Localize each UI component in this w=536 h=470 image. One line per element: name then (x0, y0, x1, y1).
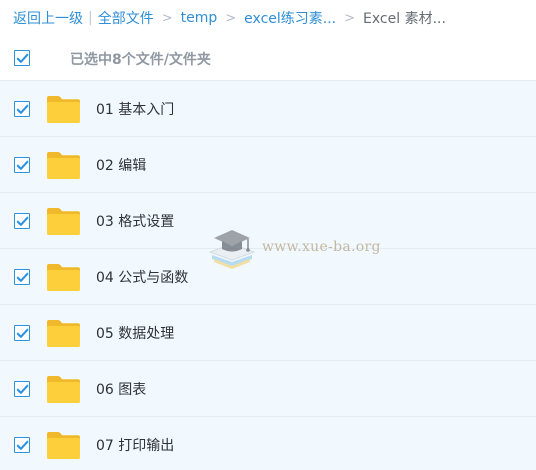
checkmark-icon (16, 104, 28, 114)
checkmark-icon (16, 440, 28, 450)
back-link[interactable]: 返回上一级 (13, 8, 83, 28)
folder-icon (47, 95, 80, 123)
breadcrumb-current: Excel 素材... (363, 11, 446, 27)
breadcrumb-separator-icon: > (225, 10, 237, 26)
folder-icon (47, 263, 80, 291)
file-checkbox[interactable] (14, 437, 30, 453)
file-name[interactable]: 03 格式设置 (96, 211, 174, 231)
file-name[interactable]: 01 基本入门 (96, 99, 174, 119)
file-row[interactable]: 01 基本入门 (0, 80, 536, 136)
file-name[interactable]: 06 图表 (96, 379, 146, 399)
file-checkbox[interactable] (14, 325, 30, 341)
checkmark-icon (16, 160, 28, 170)
file-checkbox[interactable] (14, 381, 30, 397)
selection-summary: 已选中8个文件/文件夹 (70, 52, 211, 68)
file-name[interactable]: 02 编辑 (96, 155, 146, 175)
file-checkbox[interactable] (14, 269, 30, 285)
file-row[interactable]: 02 编辑 (0, 136, 536, 192)
checkmark-icon (16, 53, 28, 63)
breadcrumb-item-excel-practice[interactable]: excel练习素... (244, 8, 336, 28)
file-row[interactable]: 04 公式与函数 (0, 248, 536, 304)
breadcrumb: 返回上一级 | 全部文件 > temp > excel练习素... > Exce… (0, 0, 536, 36)
folder-icon (47, 207, 80, 235)
file-browser: 返回上一级 | 全部文件 > temp > excel练习素... > Exce… (0, 0, 536, 470)
file-name[interactable]: 04 公式与函数 (96, 267, 188, 287)
file-name[interactable]: 07 打印输出 (96, 435, 174, 455)
checkmark-icon (16, 216, 28, 226)
checkmark-icon (16, 328, 28, 338)
file-checkbox[interactable] (14, 157, 30, 173)
all-files-link[interactable]: 全部文件 (98, 8, 154, 28)
checkmark-icon (16, 384, 28, 394)
selection-header: 已选中8个文件/文件夹 (0, 36, 536, 80)
folder-icon (47, 151, 80, 179)
breadcrumb-separator-icon: > (344, 10, 356, 26)
breadcrumb-item-temp[interactable]: temp (181, 10, 218, 26)
file-row[interactable]: 06 图表 (0, 360, 536, 416)
file-row[interactable]: 05 数据处理 (0, 304, 536, 360)
folder-icon (47, 431, 80, 459)
file-checkbox[interactable] (14, 101, 30, 117)
file-row[interactable]: 03 格式设置 (0, 192, 536, 248)
breadcrumb-separator-icon: > (161, 10, 173, 26)
folder-icon (47, 319, 80, 347)
breadcrumb-divider: | (88, 10, 93, 26)
checkmark-icon (16, 272, 28, 282)
file-row[interactable]: 07 打印输出 (0, 416, 536, 470)
file-checkbox[interactable] (14, 213, 30, 229)
file-name[interactable]: 05 数据处理 (96, 323, 174, 343)
select-all-checkbox[interactable] (14, 50, 30, 66)
folder-icon (47, 375, 80, 403)
file-list: 01 基本入门 02 编辑 03 格式设置 04 公式与函数 05 数据处理 06 图表 0… (0, 80, 536, 470)
